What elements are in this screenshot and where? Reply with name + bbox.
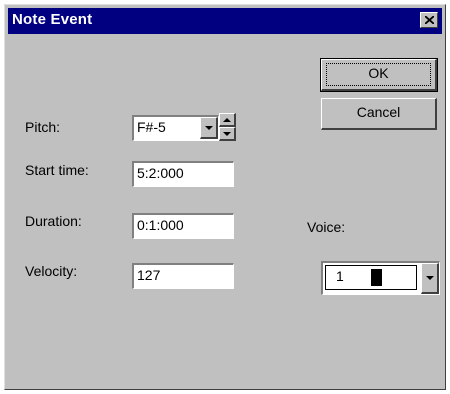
close-button[interactable] <box>420 12 438 28</box>
pitch-spinner[interactable] <box>219 113 236 141</box>
note-event-dialog: Note Event OK Cancel Pitch: F#-5 Start t… <box>4 4 446 390</box>
arrow-up-icon <box>223 118 231 122</box>
start-time-label: Start time: <box>25 162 89 178</box>
pitch-dropdown-button[interactable] <box>200 117 218 139</box>
pitch-value: F#-5 <box>137 119 166 135</box>
title-bar[interactable]: Note Event <box>8 8 442 34</box>
cancel-button-label: Cancel <box>356 104 401 120</box>
cancel-button[interactable]: Cancel <box>321 98 437 130</box>
duration-input[interactable]: 0:1:000 <box>132 213 234 239</box>
ok-button[interactable]: OK <box>320 58 438 92</box>
voice-value: 1 <box>336 268 344 284</box>
window-title: Note Event <box>12 11 93 28</box>
voice-label: Voice: <box>307 219 346 235</box>
arrow-down-icon <box>223 132 231 136</box>
close-x-icon <box>425 16 434 24</box>
velocity-input[interactable]: 127 <box>132 263 234 289</box>
start-time-value: 5:2:000 <box>137 165 184 181</box>
start-time-input[interactable]: 5:2:000 <box>132 161 234 187</box>
ok-button-label: OK <box>368 65 389 81</box>
velocity-value: 127 <box>137 267 161 283</box>
velocity-label: Velocity: <box>25 263 78 279</box>
voice-swatch <box>371 269 382 286</box>
pitch-spin-down-button[interactable] <box>219 127 236 141</box>
chevron-down-icon <box>205 126 213 130</box>
chevron-down-icon <box>426 276 434 280</box>
duration-label: Duration: <box>25 213 82 229</box>
pitch-label: Pitch: <box>25 119 61 135</box>
pitch-spin-up-button[interactable] <box>219 113 236 127</box>
pitch-combo[interactable]: F#-5 <box>132 115 219 141</box>
duration-value: 0:1:000 <box>137 217 184 233</box>
voice-dropdown-button[interactable] <box>421 263 439 294</box>
voice-selection: 1 <box>325 265 417 290</box>
voice-combo[interactable]: 1 <box>321 261 440 295</box>
